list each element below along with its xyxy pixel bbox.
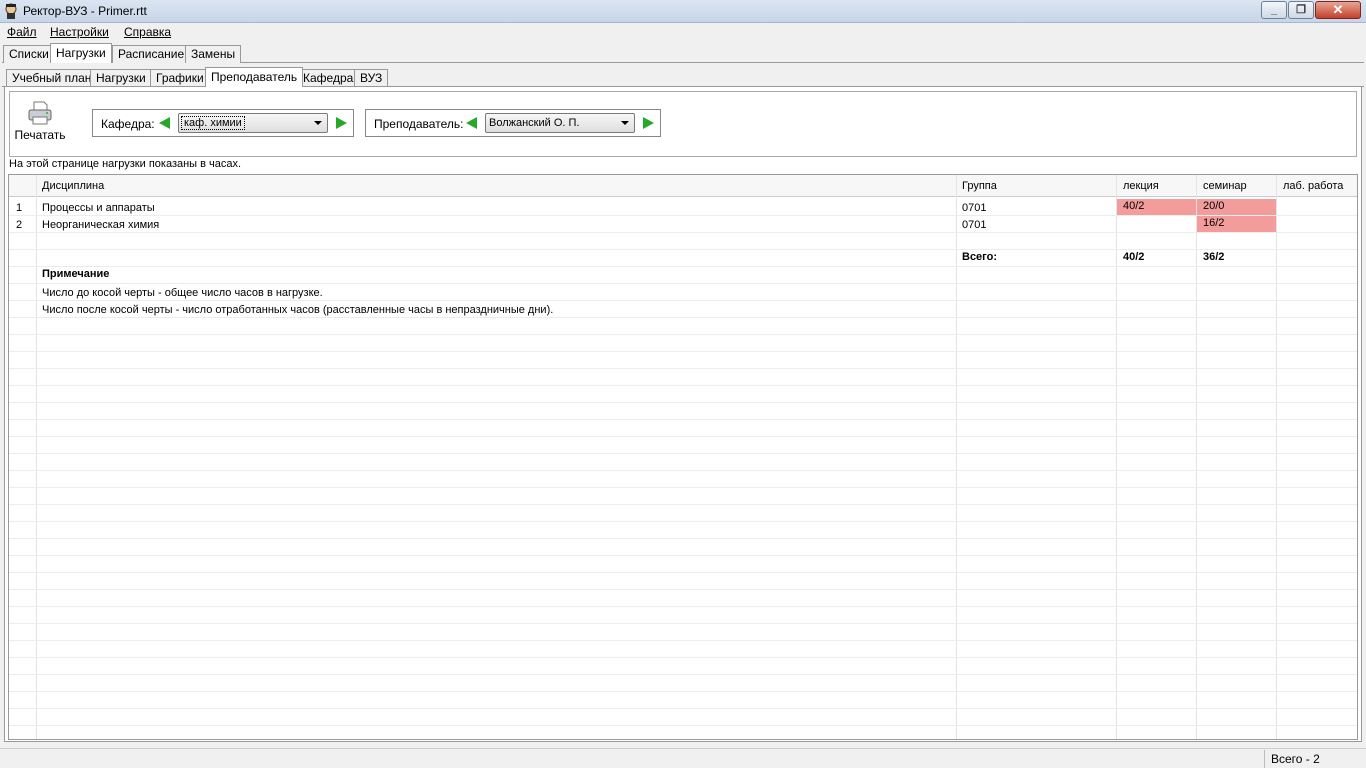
tab-replacements[interactable]: Замены xyxy=(185,45,242,63)
note-title: Примечание xyxy=(42,268,110,280)
col-seminar[interactable]: семинар xyxy=(1203,180,1247,192)
close-button[interactable]: ✕ xyxy=(1315,1,1361,19)
total-label: Всего: xyxy=(962,251,997,263)
chevron-down-icon xyxy=(621,121,629,125)
note-line: Число после косой черты - число отработа… xyxy=(42,304,554,316)
menu-help[interactable]: Справка xyxy=(124,25,171,39)
subtab-teacher[interactable]: Преподаватель xyxy=(205,67,304,87)
department-label: Кафедра: xyxy=(101,117,155,131)
seminar-cell[interactable]: 20/0 xyxy=(1203,200,1224,212)
minimize-button[interactable]: _ xyxy=(1261,1,1287,19)
discipline-cell[interactable]: Процессы и аппараты xyxy=(42,202,155,214)
col-discipline[interactable]: Дисциплина xyxy=(42,180,104,192)
tab-loads[interactable]: Нагрузки xyxy=(50,43,112,63)
group-cell[interactable]: 0701 xyxy=(962,202,986,214)
table-header: Дисциплина Группа лекция семинар лаб. ра… xyxy=(9,175,1357,197)
app-icon xyxy=(5,3,17,19)
hours-notice: На этой странице нагрузки показаны в час… xyxy=(9,158,242,170)
prev-teacher-icon[interactable] xyxy=(466,117,477,129)
menu-bar: Файл Настройки Справка xyxy=(0,23,1366,41)
print-button[interactable]: Печатать xyxy=(13,100,67,150)
subtab-university[interactable]: ВУЗ xyxy=(354,69,389,87)
title-bar: Ректор-ВУЗ - Primer.rtt _ ❐ ✕ xyxy=(0,0,1366,23)
subtab-department[interactable]: Кафедра xyxy=(297,69,360,87)
menu-file[interactable]: Файл xyxy=(7,25,37,39)
printer-icon xyxy=(28,101,52,125)
close-icon: ✕ xyxy=(1332,2,1344,17)
status-total: Всего - 2 xyxy=(1264,750,1320,768)
toolbar: Печатать Кафедра: каф. химии Преподавате… xyxy=(9,91,1357,157)
next-department-icon[interactable] xyxy=(336,117,347,129)
group-cell[interactable]: 0701 xyxy=(962,219,986,231)
seminar-cell[interactable]: 16/2 xyxy=(1203,217,1224,229)
col-lab[interactable]: лаб. работа xyxy=(1283,180,1343,192)
main-tabs: Списки Нагрузки Расписание Замены xyxy=(0,43,1366,63)
row-number: 2 xyxy=(16,219,23,231)
total-seminar: 36/2 xyxy=(1203,251,1225,263)
chevron-down-icon xyxy=(314,121,322,125)
lecture-cell[interactable]: 40/2 xyxy=(1123,200,1144,212)
discipline-cell[interactable]: Неорганическая химия xyxy=(42,219,159,231)
next-teacher-icon[interactable] xyxy=(643,117,654,129)
tab-schedule[interactable]: Расписание xyxy=(112,45,191,63)
department-group: Кафедра: каф. химии xyxy=(92,109,354,137)
subtab-curriculum[interactable]: Учебный план xyxy=(6,69,98,87)
print-label: Печатать xyxy=(14,128,66,142)
minimize-icon: _ xyxy=(1270,4,1278,16)
row-number: 1 xyxy=(16,202,23,214)
maximize-button[interactable]: ❐ xyxy=(1288,1,1314,19)
teacher-select[interactable]: Волжанский О. П. xyxy=(485,113,635,133)
department-value: каф. химии xyxy=(181,116,245,130)
sub-tabs: Учебный план Нагрузки Графики Преподават… xyxy=(0,67,1366,87)
col-group[interactable]: Группа xyxy=(962,180,997,192)
restore-icon: ❐ xyxy=(1296,4,1306,16)
teacher-group: Преподаватель: Волжанский О. П. xyxy=(365,109,661,137)
col-lecture[interactable]: лекция xyxy=(1123,180,1159,192)
department-select[interactable]: каф. химии xyxy=(178,113,328,133)
window-title: Ректор-ВУЗ - Primer.rtt xyxy=(23,4,147,18)
teacher-value: Волжанский О. П. xyxy=(489,117,580,129)
total-lecture: 40/2 xyxy=(1123,251,1145,263)
teacher-label: Преподаватель: xyxy=(374,117,464,131)
note-line: Число до косой черты - общее число часов… xyxy=(42,287,323,299)
load-table[interactable]: Дисциплина Группа лекция семинар лаб. ра… xyxy=(8,174,1358,740)
subtab-loads[interactable]: Нагрузки xyxy=(90,69,152,87)
menu-settings[interactable]: Настройки xyxy=(50,25,109,39)
tab-lists[interactable]: Списки xyxy=(3,45,55,63)
prev-department-icon[interactable] xyxy=(159,117,170,129)
status-bar: Всего - 2 xyxy=(0,748,1366,768)
subtab-charts[interactable]: Графики xyxy=(150,69,210,87)
